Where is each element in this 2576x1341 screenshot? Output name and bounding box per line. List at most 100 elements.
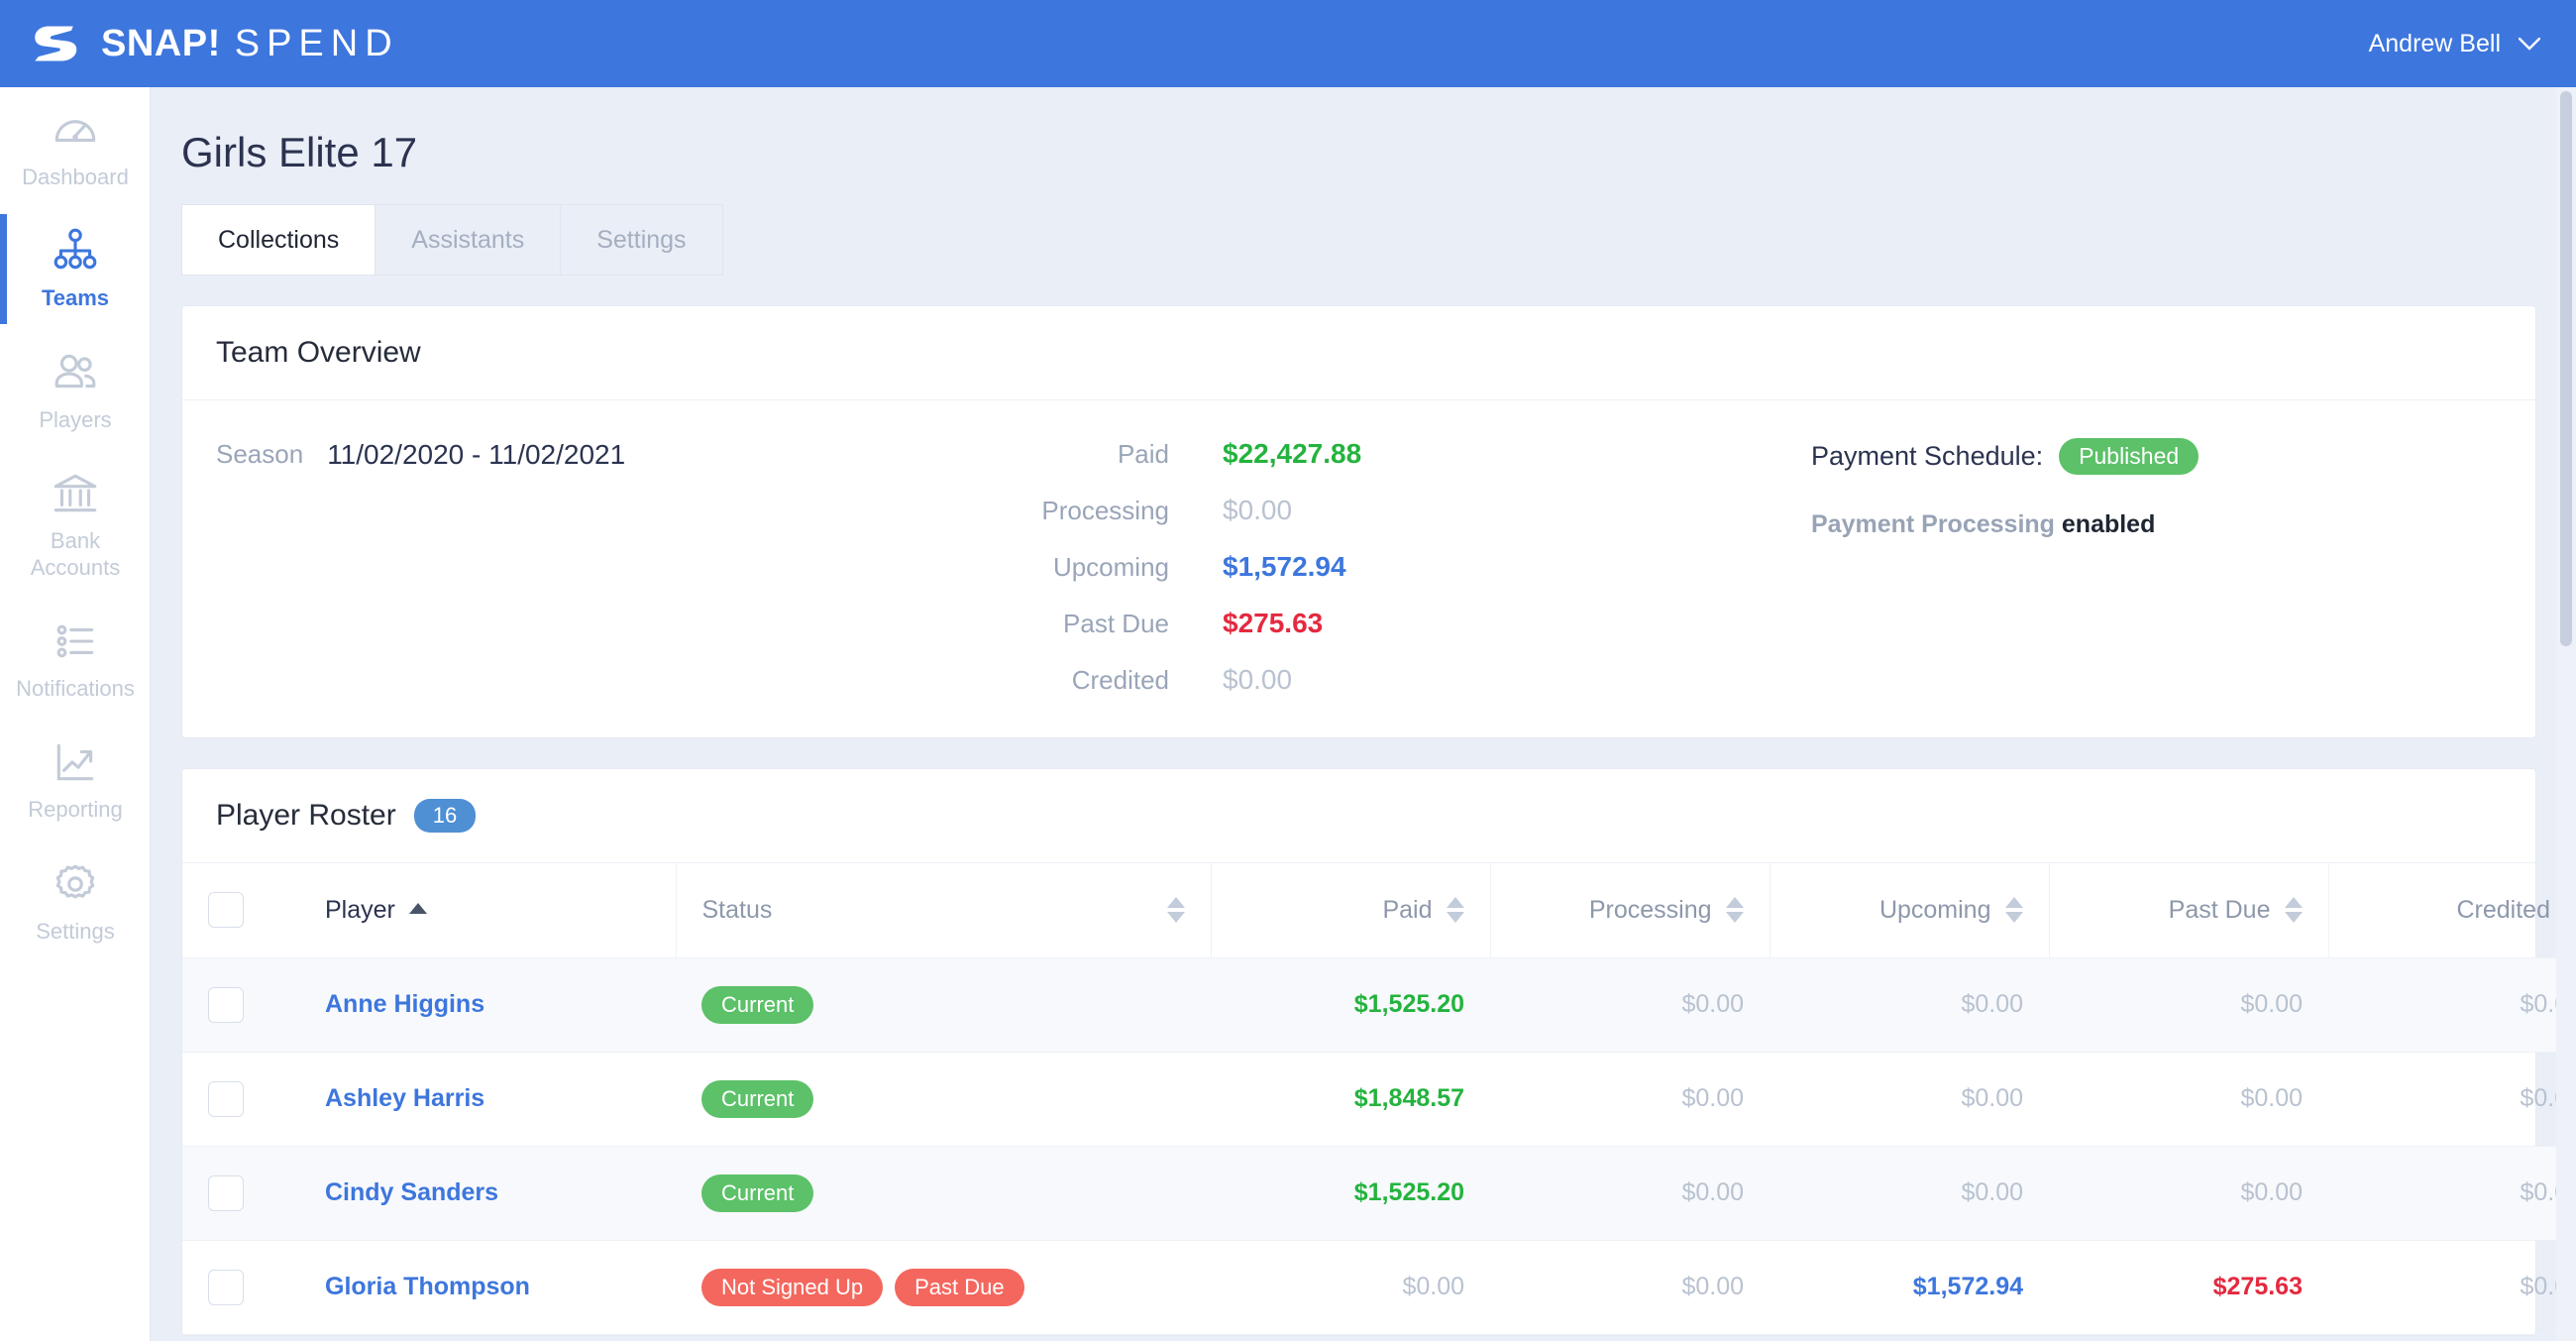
card-title: Player Roster (216, 799, 396, 832)
table-row: Anne Higgins Current $1,525.20 $0.00 $0.… (182, 957, 2576, 1053)
sidebar-item-reporting[interactable]: Reporting (0, 720, 151, 840)
payment-processing-line: Payment Processing enabled (1811, 510, 2502, 539)
people-icon (54, 354, 96, 388)
scrollbar-thumb[interactable] (2560, 91, 2572, 646)
amount-label: Paid (1117, 439, 1169, 469)
sort-icon[interactable] (1446, 897, 1464, 924)
status-badge: Past Due (895, 1268, 1024, 1306)
column-header-select-all (182, 863, 299, 958)
player-name-link[interactable]: Ashley Harris (299, 1052, 676, 1147)
sidebar-item-bank-accounts[interactable]: Bank Accounts (0, 451, 151, 599)
column-header-processing[interactable]: Processing (1489, 863, 1770, 958)
column-label: Status (701, 895, 773, 924)
column-header-player[interactable]: Player (299, 863, 676, 958)
sidebar-item-players[interactable]: Players (0, 330, 151, 451)
speedometer-icon (54, 120, 96, 142)
brand-secondary: SPEND (234, 22, 399, 64)
row-checkbox[interactable] (208, 1269, 244, 1305)
credited-cell: $0.00 (2328, 1240, 2576, 1335)
player-name-link[interactable]: Gloria Thompson (299, 1240, 676, 1335)
sidebar-item-label: Notifications (16, 675, 135, 701)
season-block: Season 11/02/2020 - 11/02/2021 (216, 438, 999, 688)
user-name: Andrew Bell (2368, 29, 2501, 57)
sidebar-item-label: Players (39, 406, 112, 432)
table-row: Gloria Thompson Not Signed Up Past Due $… (182, 1240, 2576, 1335)
tab-assistants[interactable]: Assistants (375, 204, 561, 276)
amount-label: Past Due (1063, 609, 1169, 638)
processing-cell: $0.00 (1490, 1052, 1770, 1147)
sort-icon[interactable] (1725, 897, 1744, 924)
card-title: Team Overview (216, 336, 421, 369)
sidebar-item-notifications[interactable]: Notifications (0, 599, 151, 720)
amount-row-upcoming: Upcoming $1,572.94 (999, 551, 1801, 583)
brand[interactable]: SNAP! SPEND (30, 16, 399, 71)
team-overview-header: Team Overview (182, 306, 2535, 400)
status-badge: Current (701, 1079, 814, 1118)
credited-cell: $0.00 (2328, 1146, 2576, 1241)
status-badge: Current (701, 1173, 814, 1212)
paid-cell: $1,525.20 (1211, 1146, 1490, 1241)
amount-row-paid: Paid $22,427.88 (999, 438, 1801, 470)
credited-cell: $0.00 (2328, 957, 2576, 1053)
player-name-link[interactable]: Cindy Sanders (299, 1146, 676, 1241)
status-badge-published: Published (2059, 438, 2200, 475)
brand-primary: SNAP! (101, 22, 221, 64)
sort-icon[interactable] (2004, 897, 2023, 924)
sidebar-item-settings[interactable]: Settings (0, 841, 151, 962)
table-row: Ashley Harris Current $1,848.57 $0.00 $0… (182, 1052, 2576, 1147)
status-cell: Not Signed Up Past Due (676, 1240, 1211, 1335)
row-checkbox[interactable] (208, 1080, 244, 1117)
status-badge: Not Signed Up (701, 1268, 884, 1306)
column-header-paid[interactable]: Paid (1210, 863, 1490, 958)
list-icon (56, 624, 94, 658)
column-header-status[interactable]: Status (675, 863, 1211, 958)
column-header-upcoming[interactable]: Upcoming (1769, 863, 2049, 958)
select-all-checkbox[interactable] (208, 892, 244, 929)
amount-label: Credited (1071, 665, 1169, 695)
column-label: Credited (2456, 895, 2551, 924)
sort-icon[interactable] (1166, 897, 1185, 924)
sidebar-item-label: Reporting (28, 797, 123, 823)
table-header-row: Player Status Paid Processing Upcoming P… (182, 863, 2576, 958)
sort-icon[interactable] (2284, 897, 2303, 924)
status-cell: Current (676, 957, 1211, 1053)
amount-row-credited: Credited $0.00 (999, 664, 1801, 696)
payment-processing-label: Payment Processing (1811, 510, 2055, 538)
team-overview-card: Team Overview Season 11/02/2020 - 11/02/… (181, 305, 2536, 738)
row-select-cell (182, 1052, 299, 1147)
amount-label: Processing (1041, 496, 1169, 525)
chevron-down-icon (2519, 37, 2540, 51)
payment-schedule-block: Payment Schedule: Published Payment Proc… (1801, 438, 2502, 688)
upcoming-cell: $0.00 (1770, 957, 2049, 1053)
amount-row-past-due: Past Due $275.63 (999, 608, 1801, 639)
column-header-credited[interactable]: Credited (2327, 863, 2576, 958)
page-scrollbar[interactable] (2556, 87, 2576, 1341)
page-title: Girls Elite 17 (181, 129, 418, 175)
player-name-link[interactable]: Anne Higgins (299, 957, 676, 1053)
sidebar-item-label: Teams (41, 285, 110, 311)
column-header-past-due[interactable]: Past Due (2048, 863, 2328, 958)
amount-row-processing: Processing $0.00 (999, 495, 1801, 526)
status-badge: Current (701, 985, 814, 1024)
sort-ascending-icon[interactable] (408, 902, 427, 918)
upcoming-cell: $0.00 (1770, 1052, 2049, 1147)
tab-collections[interactable]: Collections (181, 204, 376, 276)
main-content: Girls Elite 17 Collections Assistants Se… (151, 87, 2576, 1341)
bank-icon (54, 474, 97, 512)
team-overview-body: Season 11/02/2020 - 11/02/2021 Paid $22,… (182, 400, 2535, 737)
row-checkbox[interactable] (208, 986, 244, 1023)
amount-value: $275.63 (1223, 608, 1324, 638)
sidebar-item-label: Bank Accounts (30, 528, 121, 580)
row-checkbox[interactable] (208, 1174, 244, 1211)
chart-trend-icon (56, 744, 94, 781)
sidebar-item-dashboard[interactable]: Dashboard (0, 87, 151, 208)
tab-settings[interactable]: Settings (560, 204, 723, 276)
sidebar-item-teams[interactable]: Teams (0, 208, 151, 329)
upcoming-cell: $0.00 (1770, 1146, 2049, 1241)
player-roster-card: Player Roster 16 Player Status Paid Proc… (181, 768, 2576, 1336)
row-select-cell (182, 1240, 299, 1335)
past-due-cell: $0.00 (2049, 957, 2328, 1053)
status-cell: Current (676, 1052, 1211, 1147)
payment-processing-state: enabled (2061, 510, 2156, 538)
user-menu[interactable]: Andrew Bell (2369, 30, 2540, 58)
